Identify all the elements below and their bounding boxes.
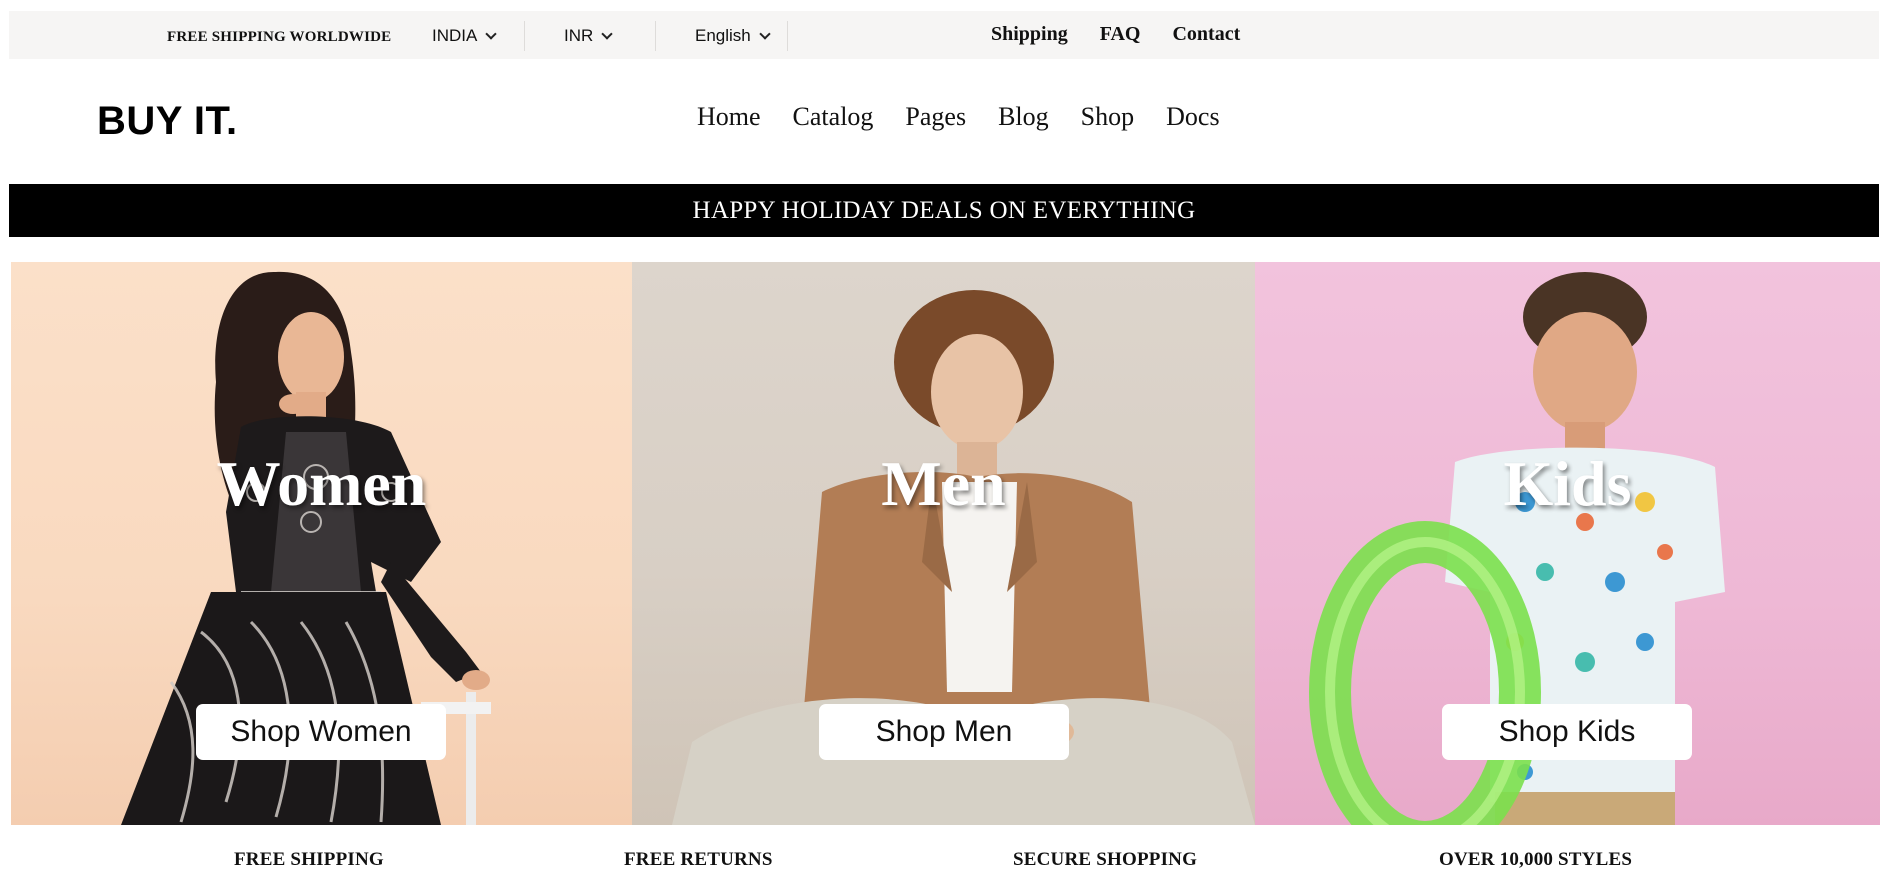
shop-men-button[interactable]: Shop Men (819, 704, 1069, 760)
announcement-bar: HAPPY HOLIDAY DEALS ON EVERYTHING (9, 184, 1879, 237)
nav-docs[interactable]: Docs (1166, 102, 1219, 132)
nav-catalog[interactable]: Catalog (793, 102, 874, 132)
shop-kids-button[interactable]: Shop Kids (1442, 704, 1692, 760)
country-value: INDIA (432, 26, 478, 45)
site-logo[interactable]: BUY IT. (97, 99, 238, 144)
hero-panel-women[interactable]: Women Shop Women (11, 262, 632, 825)
shipping-link[interactable]: Shipping (991, 23, 1068, 46)
chevron-down-icon (759, 27, 771, 40)
faq-link[interactable]: FAQ (1100, 23, 1141, 46)
nav-blog[interactable]: Blog (998, 102, 1049, 132)
currency-value: INR (564, 26, 594, 45)
hero-panel-kids[interactable]: Kids Shop Kids (1255, 262, 1880, 825)
hero-panel-men[interactable]: Men Shop Men (632, 262, 1255, 825)
language-select[interactable]: English (695, 21, 788, 51)
nav-home[interactable]: Home (697, 102, 761, 132)
feature-free-shipping: FREE SHIPPING (234, 849, 384, 870)
feature-styles: OVER 10,000 STYLES (1439, 849, 1633, 870)
contact-link[interactable]: Contact (1172, 23, 1240, 46)
main-nav: Home Catalog Pages Blog Shop Docs (697, 102, 1220, 132)
utility-bar: FREE SHIPPING WORLDWIDE INDIA INR Englis… (9, 11, 1879, 59)
language-value: English (695, 26, 751, 45)
shop-women-button[interactable]: Shop Women (196, 704, 446, 760)
nav-shop[interactable]: Shop (1081, 102, 1134, 132)
country-select[interactable]: INDIA (432, 21, 525, 51)
feature-free-returns: FREE RETURNS (624, 849, 773, 870)
chevron-down-icon (485, 27, 498, 40)
nav-pages[interactable]: Pages (905, 102, 966, 132)
free-shipping-note: FREE SHIPPING WORLDWIDE (167, 29, 392, 45)
feature-secure-shopping: SECURE SHOPPING (1013, 849, 1198, 870)
women-title: Women (216, 448, 427, 519)
kids-title: Kids (1503, 448, 1632, 519)
currency-select[interactable]: INR (564, 21, 656, 51)
utility-links: Shipping FAQ Contact (991, 23, 1240, 46)
features-strip: FREE SHIPPING FREE RETURNS SECURE SHOPPI… (0, 849, 1891, 877)
men-title: Men (881, 448, 1006, 519)
chevron-down-icon (601, 27, 613, 40)
